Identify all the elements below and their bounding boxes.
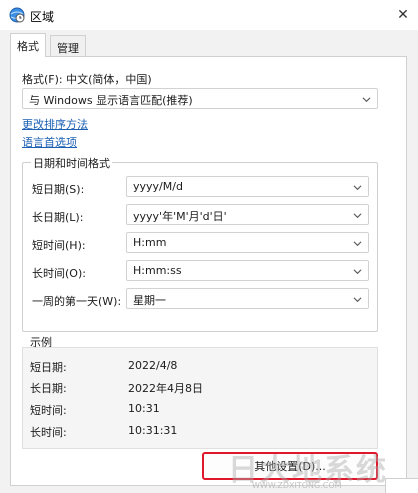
language-preferences-link[interactable]: 语言首选项 [22,134,77,150]
long-date-select[interactable]: yyyy'年'M'月'd'日' [126,204,369,225]
chevron-down-icon [353,241,362,247]
globe-clock-icon [9,7,25,23]
additional-settings-button[interactable]: 其他设置(D)... [202,452,378,480]
example-short-date-value: 2022/4/8 [128,359,178,372]
chevron-down-icon [353,269,362,275]
tab-format[interactable]: 格式 [10,33,46,57]
example-long-time-label: 长时间: [30,426,67,439]
window-title: 区域 [30,10,55,24]
chevron-down-icon [353,185,362,191]
example-long-date-value: 2022年4月8日 [128,382,203,395]
examples-panel [22,347,378,449]
change-sort-link[interactable]: 更改排序方法 [22,116,88,132]
short-time-label: 短时间(H): [32,239,86,252]
example-short-date-label: 短日期: [30,361,67,374]
short-date-select[interactable]: yyyy/M/d [126,176,369,197]
short-date-label: 短日期(S): [32,183,85,196]
chevron-down-icon [353,213,362,219]
tab-administrative[interactable]: 管理 [50,35,86,56]
format-label: 格式(F): 中文(简体，中国) [22,73,152,86]
example-long-date-label: 长日期: [30,382,67,395]
ok-button[interactable] [385,478,418,493]
short-time-select[interactable]: H:mm [126,232,369,253]
example-short-time-label: 短时间: [30,404,67,417]
close-button[interactable]: ✕ [388,0,418,30]
long-date-label: 长日期(L): [32,211,84,224]
title-bar: 区域 ✕ [0,0,418,30]
first-day-of-week-select[interactable]: 星期一 [126,288,369,309]
chevron-down-icon [353,297,362,303]
datetime-group-title: 日期和时间格式 [31,155,112,171]
example-long-time-value: 10:31:31 [128,424,178,437]
long-time-label: 长时间(O): [32,267,86,280]
example-short-time-value: 10:31 [128,402,160,415]
format-select[interactable]: 与 Windows 显示语言匹配(推荐) [22,88,378,109]
chevron-down-icon [362,97,371,103]
close-icon: ✕ [397,7,409,23]
long-time-select[interactable]: H:mm:ss [126,260,369,281]
first-day-of-week-label: 一周的第一天(W): [32,295,122,308]
